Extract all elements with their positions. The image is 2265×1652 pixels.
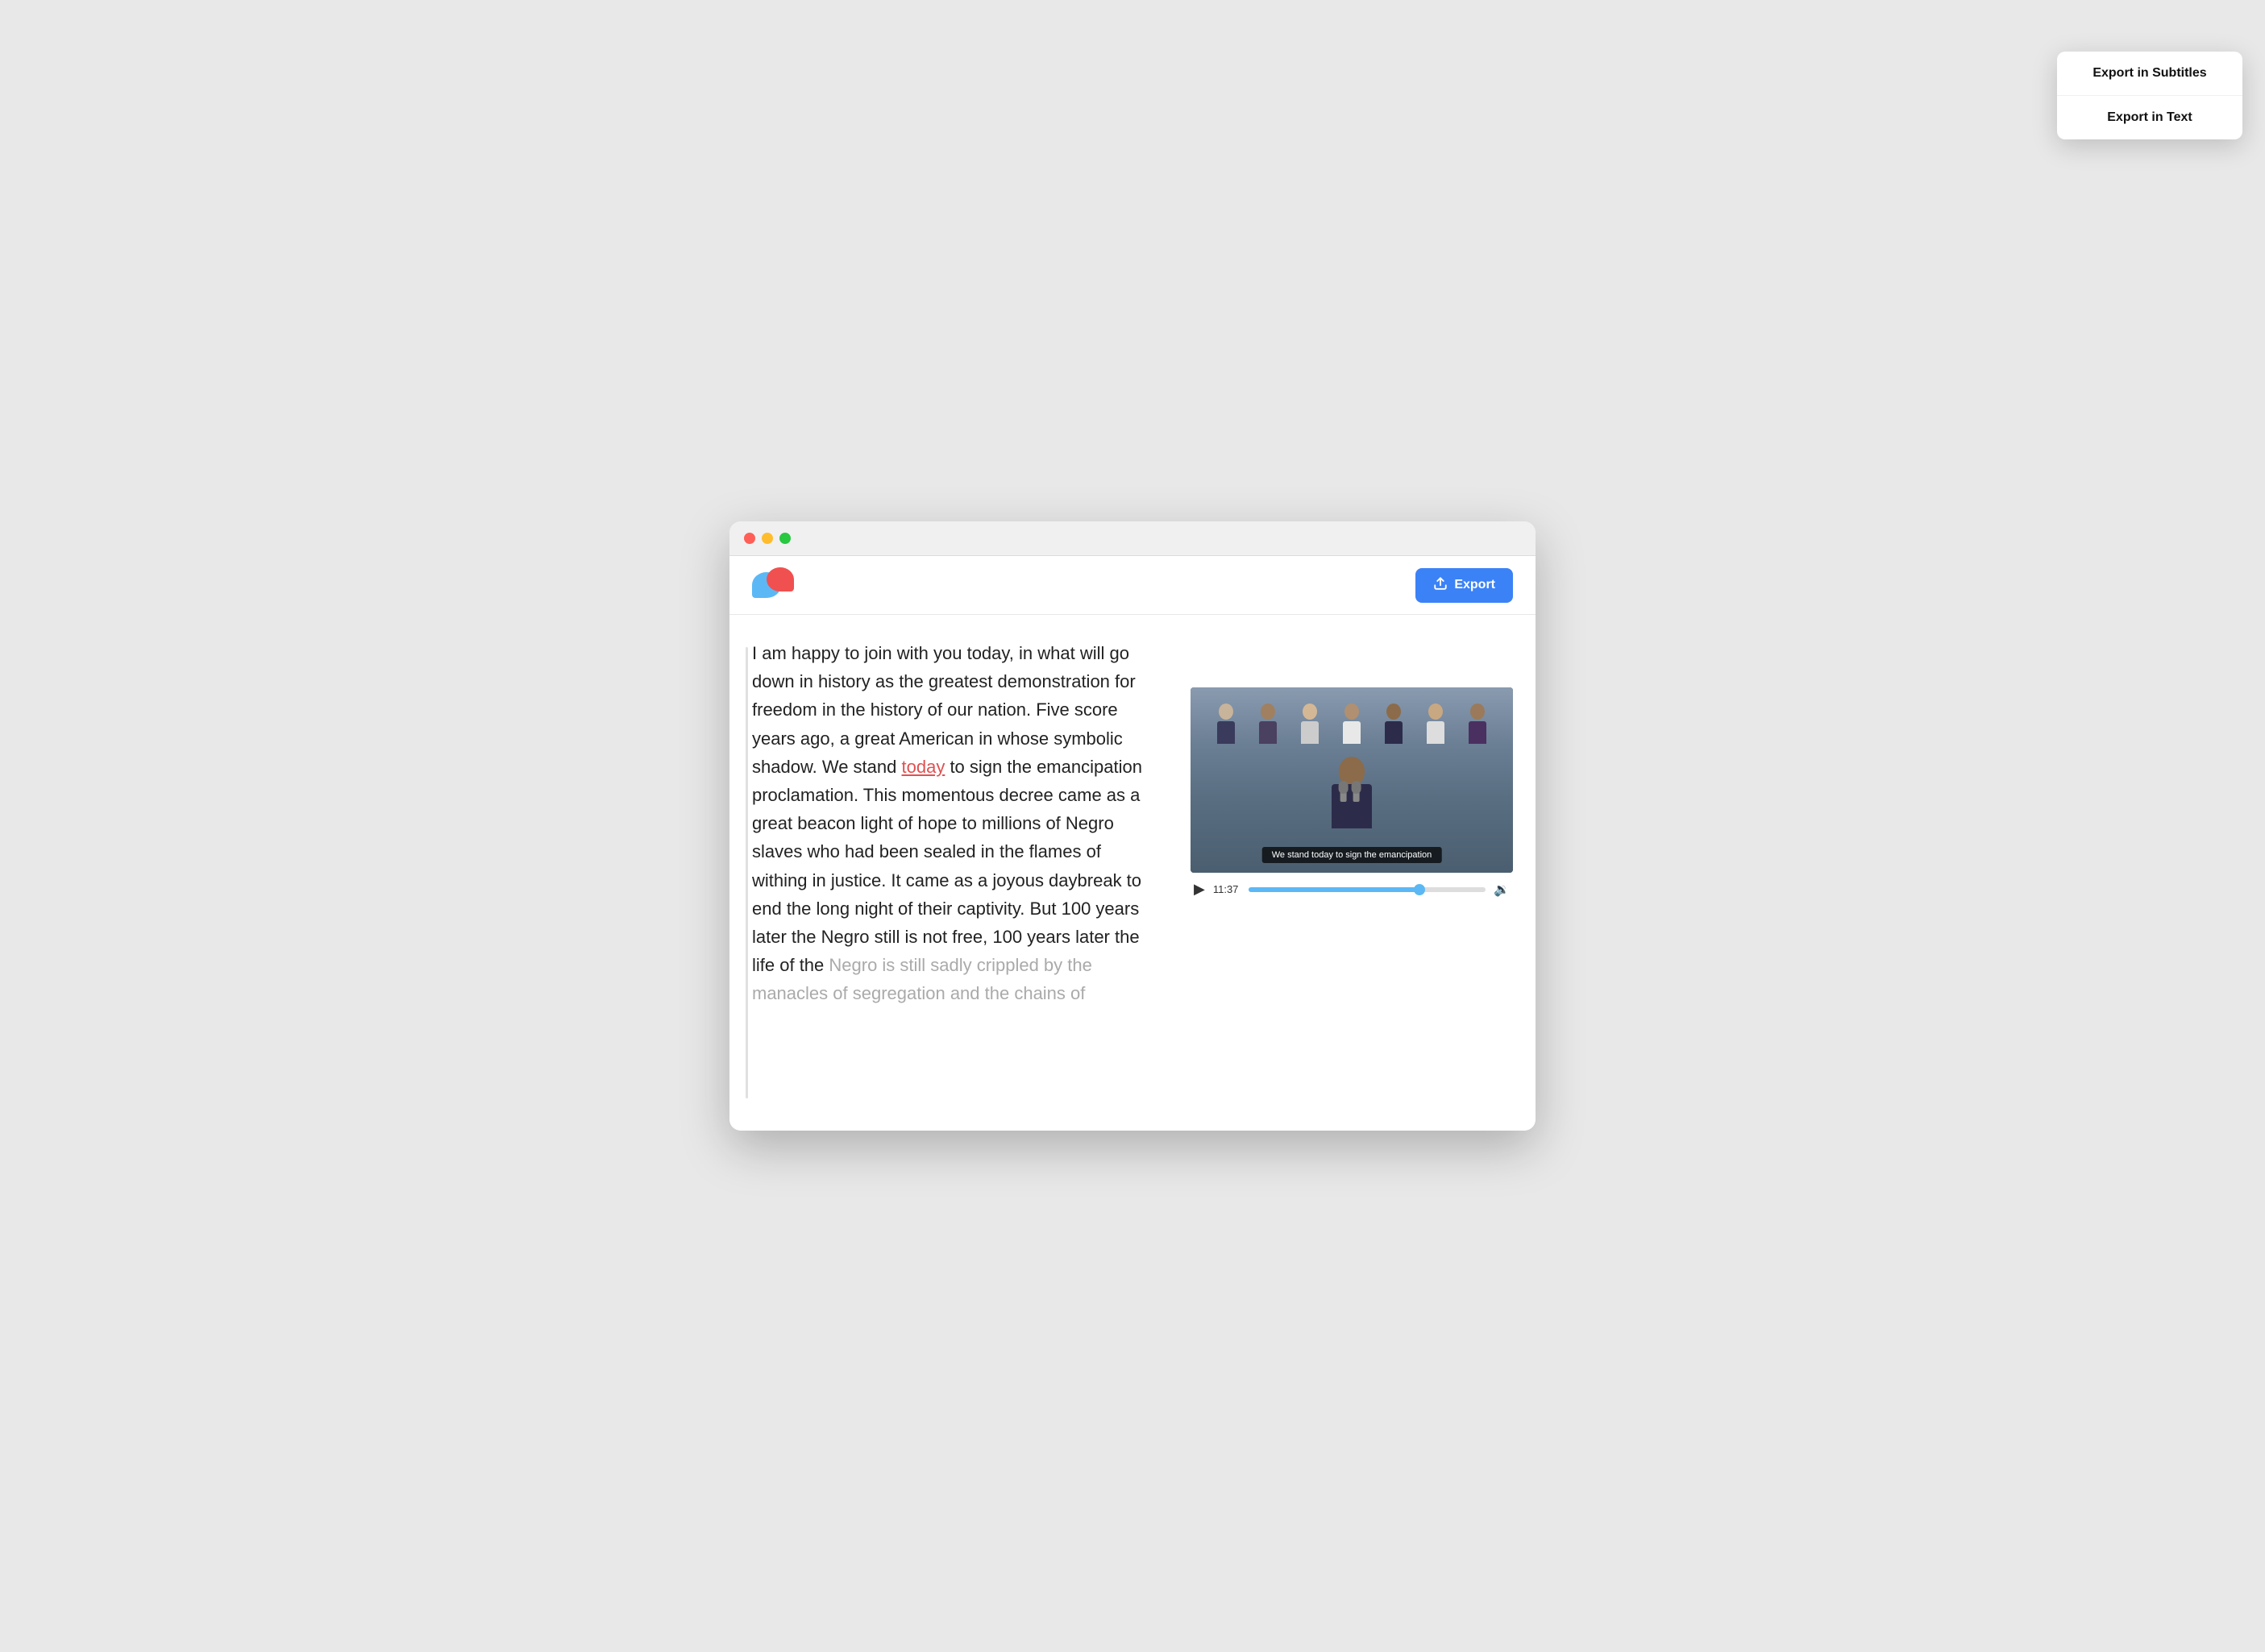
microphones — [1340, 786, 1360, 802]
logo-bubbles — [752, 567, 800, 603]
video-panel: We stand today to sign the emancipation … — [1191, 687, 1513, 906]
mic-2 — [1353, 786, 1360, 802]
logo — [752, 567, 800, 603]
export-button[interactable]: Export — [1415, 568, 1513, 603]
play-button[interactable]: ▶ — [1194, 881, 1205, 898]
transcript-text: I am happy to join with you today, in wh… — [752, 639, 1158, 1007]
time-display: 11:37 — [1213, 883, 1241, 895]
bg-person-1 — [1217, 704, 1235, 744]
titlebar — [729, 521, 1536, 556]
maximize-button[interactable] — [779, 533, 791, 544]
bg-person-3 — [1301, 704, 1319, 744]
bg-person-2 — [1259, 704, 1277, 744]
video-container: We stand today to sign the emancipation — [1191, 687, 1513, 873]
bg-person-5 — [1385, 704, 1403, 744]
export-label: Export — [1454, 578, 1495, 592]
video-controls: ▶ 11:37 🔉 — [1191, 873, 1513, 906]
minimize-button[interactable] — [762, 533, 773, 544]
bg-person-7 — [1469, 704, 1486, 744]
video-scene: We stand today to sign the emancipation — [1191, 687, 1513, 873]
transcript-highlighted-word: today — [902, 757, 945, 777]
subtitle-overlay: We stand today to sign the emancipation — [1262, 847, 1442, 863]
app-window: Export Export in Subtitles Export in Tex… — [729, 521, 1536, 1131]
export-icon — [1433, 576, 1448, 595]
progress-thumb — [1414, 884, 1425, 895]
app-header: Export — [729, 556, 1536, 615]
volume-button[interactable]: 🔉 — [1494, 882, 1510, 898]
mic-1 — [1340, 786, 1347, 802]
progress-fill — [1249, 887, 1419, 892]
main-content: I am happy to join with you today, in wh… — [729, 615, 1536, 1131]
background-people — [1191, 704, 1513, 744]
bubble-red-icon — [767, 567, 794, 591]
progress-bar[interactable] — [1249, 887, 1486, 892]
bg-person-4 — [1343, 704, 1361, 744]
bg-person-6 — [1427, 704, 1444, 744]
left-bar — [746, 647, 748, 1098]
transcript-panel: I am happy to join with you today, in wh… — [752, 639, 1191, 1106]
close-button[interactable] — [744, 533, 755, 544]
transcript-text-after: to sign the emancipation proclamation. T… — [752, 757, 1142, 975]
